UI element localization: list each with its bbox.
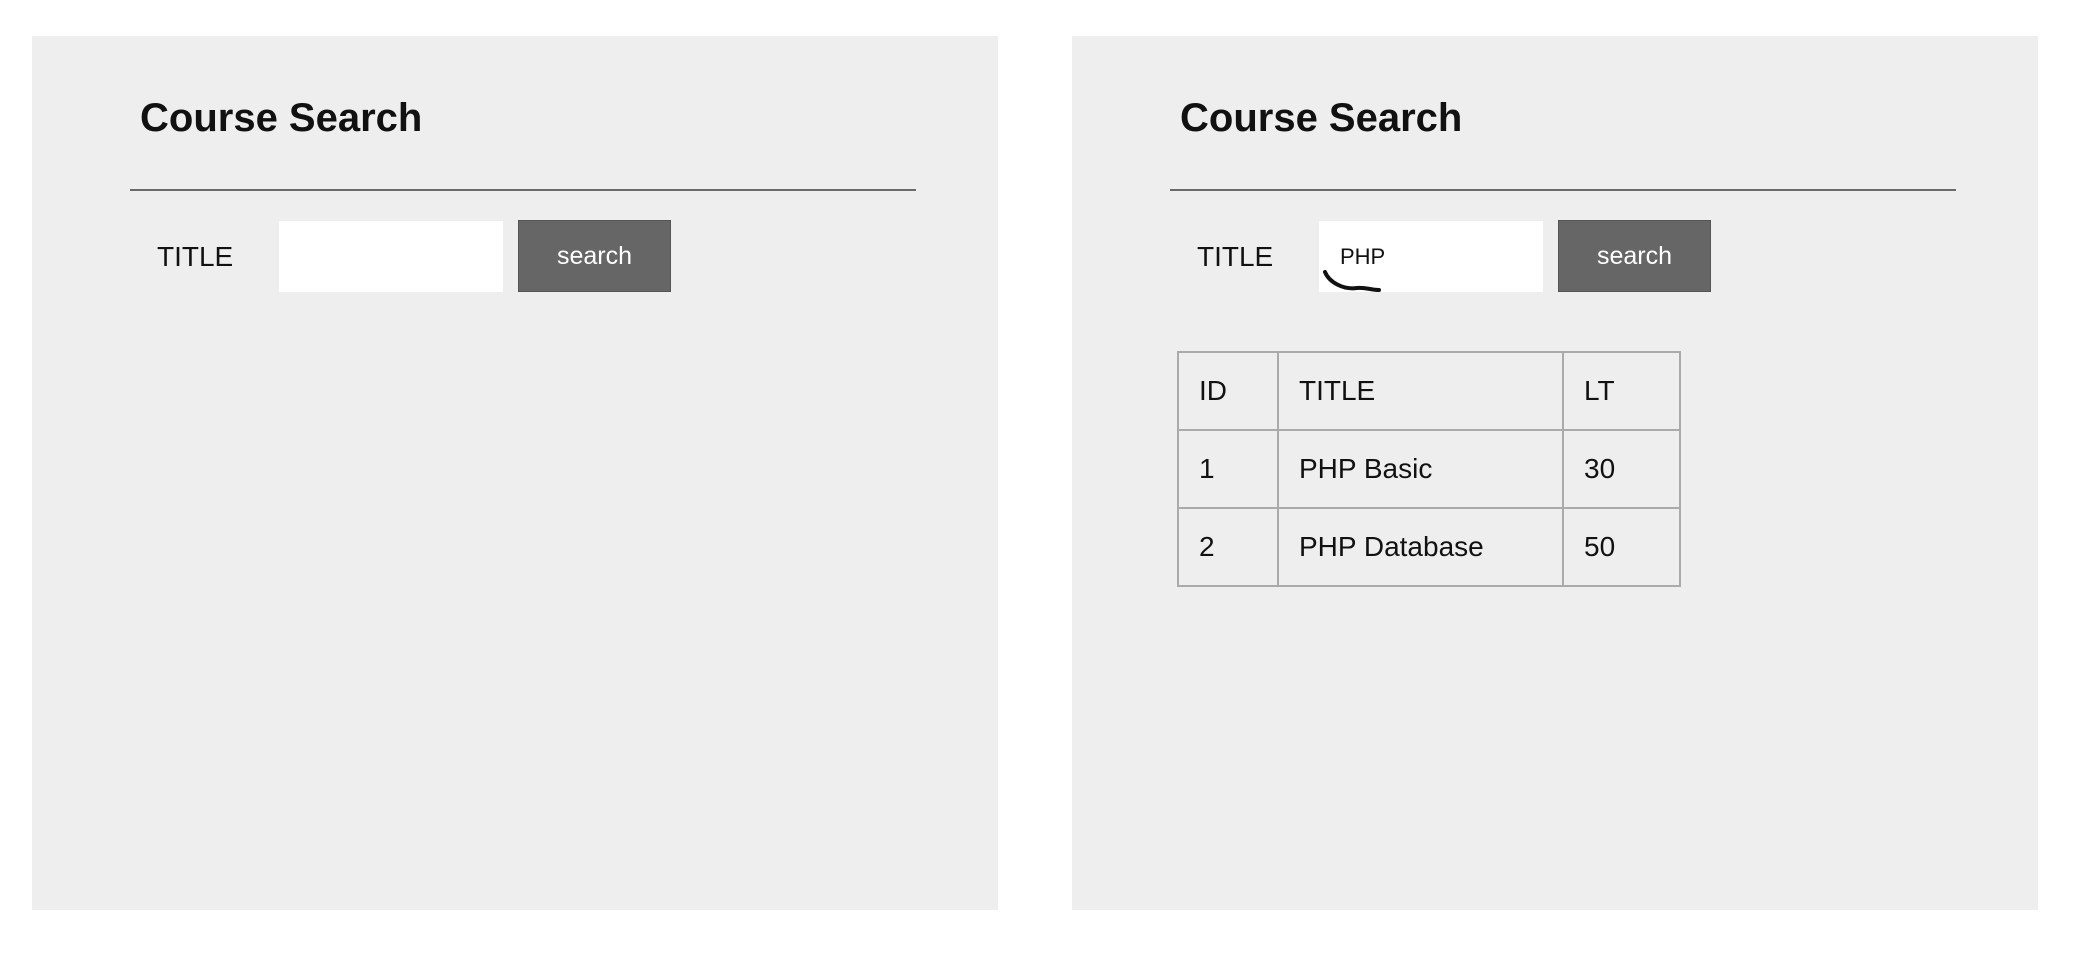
column-header-title: TITLE — [1277, 351, 1564, 431]
title-divider — [130, 189, 916, 191]
cell-lt: 30 — [1562, 429, 1681, 509]
course-search-panel-results: Course Search TITLE search ID TITLE LT 1… — [1072, 36, 2038, 910]
search-title-label: TITLE — [1197, 241, 1274, 272]
canvas: Course Search TITLE search Course Search… — [0, 0, 2074, 960]
page-title: Course Search — [1180, 96, 1463, 140]
table-header-row: ID TITLE LT — [1177, 351, 1681, 431]
hand-drawn-annotation-mark — [1323, 270, 1381, 292]
page-title: Course Search — [140, 96, 423, 140]
search-button[interactable]: search — [518, 220, 671, 292]
title-divider — [1170, 189, 1956, 191]
cell-id: 2 — [1177, 507, 1279, 587]
search-title-label: TITLE — [157, 241, 234, 272]
results-table: ID TITLE LT 1 PHP Basic 30 2 PHP Databas… — [1177, 351, 1681, 587]
column-header-id: ID — [1177, 351, 1279, 431]
search-title-input[interactable] — [279, 221, 503, 292]
search-button[interactable]: search — [1558, 220, 1711, 292]
cell-title: PHP Basic — [1277, 429, 1564, 509]
cell-id: 1 — [1177, 429, 1279, 509]
table-row[interactable]: 1 PHP Basic 30 — [1177, 429, 1681, 509]
cell-lt: 50 — [1562, 507, 1681, 587]
cell-title: PHP Database — [1277, 507, 1564, 587]
column-header-lt: LT — [1562, 351, 1681, 431]
table-row[interactable]: 2 PHP Database 50 — [1177, 507, 1681, 587]
course-search-panel-empty: Course Search TITLE search — [32, 36, 998, 910]
